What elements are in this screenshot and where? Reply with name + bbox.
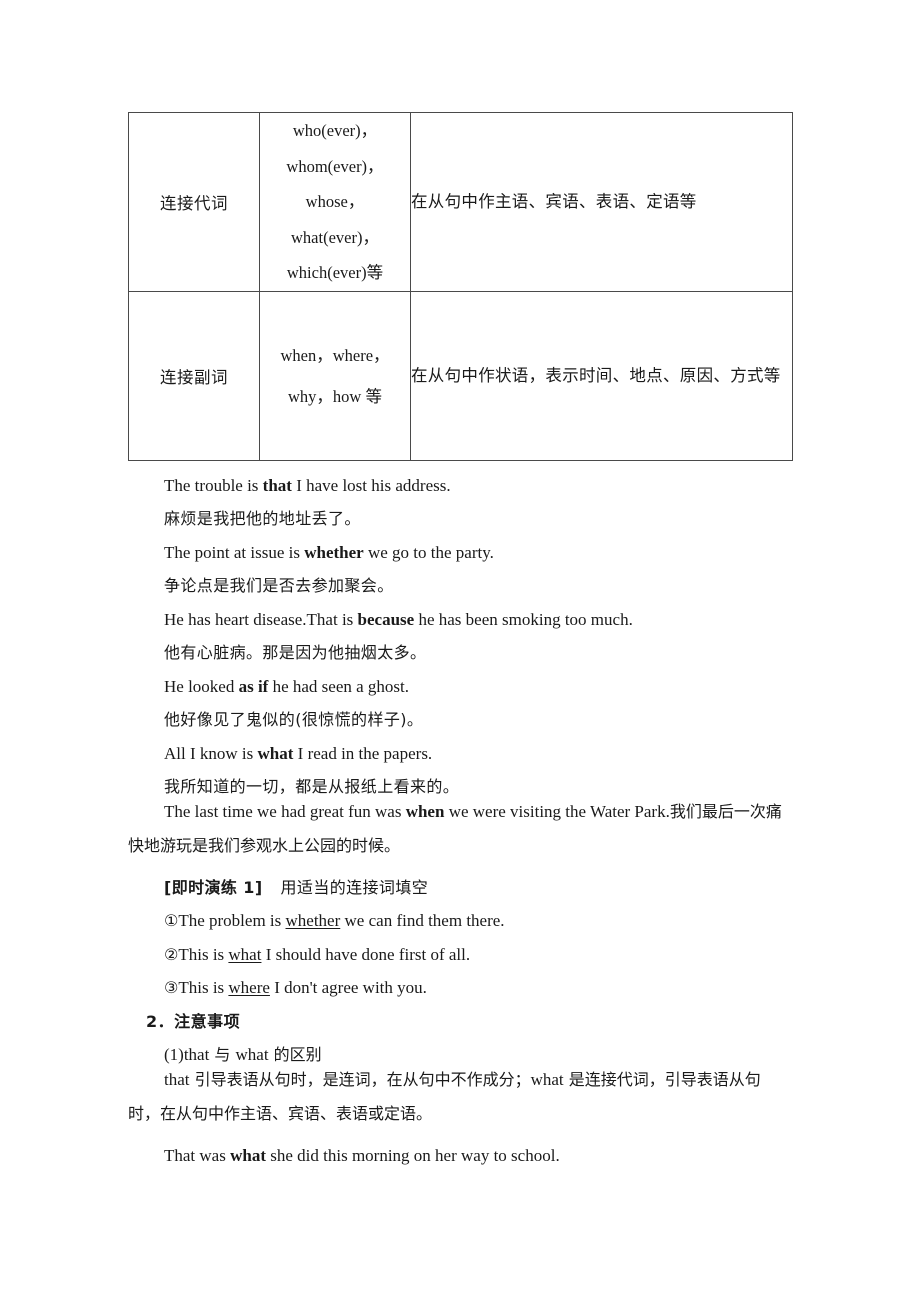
practice-sentence: ①The problem is whether we can find them…	[128, 912, 505, 929]
practice-sentence: ②This is what I should have done first o…	[128, 946, 470, 963]
keyword-bold: whether	[304, 542, 364, 562]
practice-item: ②This is what I should have done first o…	[128, 929, 792, 963]
sentence-part: I don't agree with you.	[269, 978, 427, 997]
notes-heading: 2．注意事项	[146, 1011, 241, 1031]
answer-blank: whether	[285, 911, 341, 930]
sentence-part: she did this morning on her way to schoo…	[266, 1145, 560, 1165]
word-item: what(ever)，	[291, 227, 379, 247]
sentence-part: he has been smoking too much.	[414, 609, 633, 629]
long-example-paragraph: The last time we had great fun was when …	[128, 795, 792, 862]
example-line-en: The point at issue is whether we go to t…	[128, 527, 792, 561]
sentence-part: what	[235, 1045, 269, 1064]
sentence-part: The point at issue is	[164, 542, 305, 562]
table-row: 连接代词 who(ever)， whom(ever)， whose， what(…	[128, 112, 793, 292]
sentence-part: That was	[164, 1145, 231, 1165]
example-line-en: All I know is what I read in the papers.	[128, 728, 792, 762]
translation-text: 他好像见了鬼似的(很惊慌的样子)。	[164, 710, 424, 729]
keyword-bold: because	[357, 609, 415, 629]
practice-sentence: ③This is where I don't agree with you.	[128, 979, 427, 996]
body-content: The trouble is that I have lost his addr…	[128, 460, 792, 1164]
sentence-part: The problem is	[178, 911, 286, 930]
sentence-part: I have lost his address.	[291, 475, 451, 495]
keyword-bold: that	[262, 475, 292, 495]
translation-text: 我所知道的一切，都是从报纸上看来的。	[164, 777, 460, 796]
final-example-sentence: That was what she did this morning on he…	[128, 1147, 560, 1164]
practice-label: [即时演练 1]	[164, 877, 263, 897]
row-function-text: 在从句中作状语，表示时间、地点、原因、方式等	[410, 291, 793, 461]
word-item: which(ever)等	[286, 263, 384, 283]
word-item: when，where，	[280, 345, 390, 365]
practice-instruction: 用适当的连接词填空	[280, 877, 429, 897]
keyword-bold: what	[257, 743, 294, 763]
notes-subheading-row: (1)that 与 what 的区别	[128, 1030, 792, 1063]
item-marker: ③	[164, 978, 179, 997]
document-page: 连接代词 who(ever)， whom(ever)， whose， what(…	[0, 0, 920, 1302]
table-row: 连接副词 when，where， why，how 等 在从句中作状语，表示时间、…	[128, 291, 793, 461]
sentence-part: He looked	[164, 676, 239, 696]
practice-item: ③This is where I don't agree with you.	[128, 963, 792, 996]
sentence-part: This is	[178, 978, 229, 997]
example-sentence: The trouble is that I have lost his addr…	[128, 477, 451, 494]
example-line-zh: 麻烦是我把他的地址丢了。	[128, 494, 792, 528]
example-line-en: He has heart disease.That is because he …	[128, 594, 792, 628]
sentence-part: he had seen a ghost.	[268, 676, 410, 696]
keyword-bold: when	[405, 802, 445, 821]
row-type-label: 连接副词	[128, 291, 260, 461]
practice-item: ①The problem is whether we can find them…	[128, 896, 792, 929]
answer-blank: what	[228, 944, 262, 964]
example-line-zh: 他有心脏病。那是因为他抽烟太多。	[128, 628, 792, 662]
example-line-zh: 我所知道的一切，都是从报纸上看来的。	[128, 762, 792, 796]
keyword-bold: what	[230, 1145, 266, 1165]
word-item: whose，	[305, 192, 365, 212]
notes-heading-row: 2．注意事项	[128, 996, 792, 1030]
translation-text: 争论点是我们是否去参加聚会。	[164, 576, 394, 595]
row-function-text: 在从句中作主语、宾语、表语、定语等	[410, 112, 793, 292]
row-words-list: who(ever)， whom(ever)， whose， what(ever)…	[259, 112, 411, 292]
connective-words-table: 连接代词 who(ever)， whom(ever)， whose， what(…	[128, 112, 793, 461]
example-line-zh: 他好像见了鬼似的(很惊慌的样子)。	[128, 695, 792, 729]
item-marker: ②	[164, 944, 179, 964]
sentence-part: He has heart disease.That is	[164, 609, 358, 629]
sentence-part: I read in the papers.	[293, 743, 433, 763]
sentence-part: I should have done first of all.	[261, 944, 471, 964]
sentence-part: The trouble is	[164, 475, 263, 495]
practice-header: [即时演练 1] 用适当的连接词填空	[128, 862, 792, 896]
sentence-part: we go to the party.	[363, 542, 494, 562]
translation-text: 麻烦是我把他的地址丢了。	[164, 509, 361, 528]
sentence-part: 的区别	[268, 1045, 322, 1064]
sentence-part: (1)that	[164, 1045, 210, 1064]
example-line-en: He looked as if he had seen a ghost.	[128, 661, 792, 695]
sentence-part: we were visiting the Water Park.	[444, 802, 670, 821]
example-line-en: The trouble is that I have lost his addr…	[128, 460, 792, 494]
example-line-zh: 争论点是我们是否去参加聚会。	[128, 561, 792, 595]
answer-blank: where	[228, 978, 270, 997]
example-sentence: The point at issue is whether we go to t…	[128, 544, 494, 561]
example-sentence: He looked as if he had seen a ghost.	[128, 678, 409, 695]
item-marker: ①	[164, 911, 179, 930]
row-words-list: when，where， why，how 等	[259, 291, 411, 461]
sentence-part: what	[530, 1070, 564, 1089]
sentence-part: The last time we had great fun was	[164, 802, 406, 821]
sentence-part: This is	[178, 944, 229, 964]
sentence-part: that	[164, 1070, 190, 1089]
word-item: whom(ever)，	[286, 156, 384, 176]
word-item: why，how 等	[288, 387, 382, 406]
keyword-bold: as if	[238, 676, 269, 696]
example-sentence: All I know is what I read in the papers.	[128, 745, 432, 762]
notes-paragraph: that 引导表语从句时，是连词，在从句中不作成分；what 是连接代词，引导表…	[128, 1063, 792, 1130]
sentence-part: 引导表语从句时，是连词，在从句中不作成分；	[189, 1070, 531, 1089]
sentence-part: 与	[209, 1045, 236, 1064]
sentence-part: we can find them there.	[340, 911, 505, 930]
word-item: who(ever)，	[292, 121, 378, 141]
notes-subheading: (1)that 与 what 的区别	[128, 1046, 322, 1063]
practice-header-line: [即时演练 1] 用适当的连接词填空	[128, 877, 429, 897]
example-sentence: He has heart disease.That is because he …	[128, 611, 633, 628]
final-example-row: That was what she did this morning on he…	[128, 1130, 792, 1164]
sentence-part: All I know is	[164, 743, 258, 763]
translation-text: 他有心脏病。那是因为他抽烟太多。	[164, 643, 427, 662]
row-type-label: 连接代词	[128, 112, 260, 292]
